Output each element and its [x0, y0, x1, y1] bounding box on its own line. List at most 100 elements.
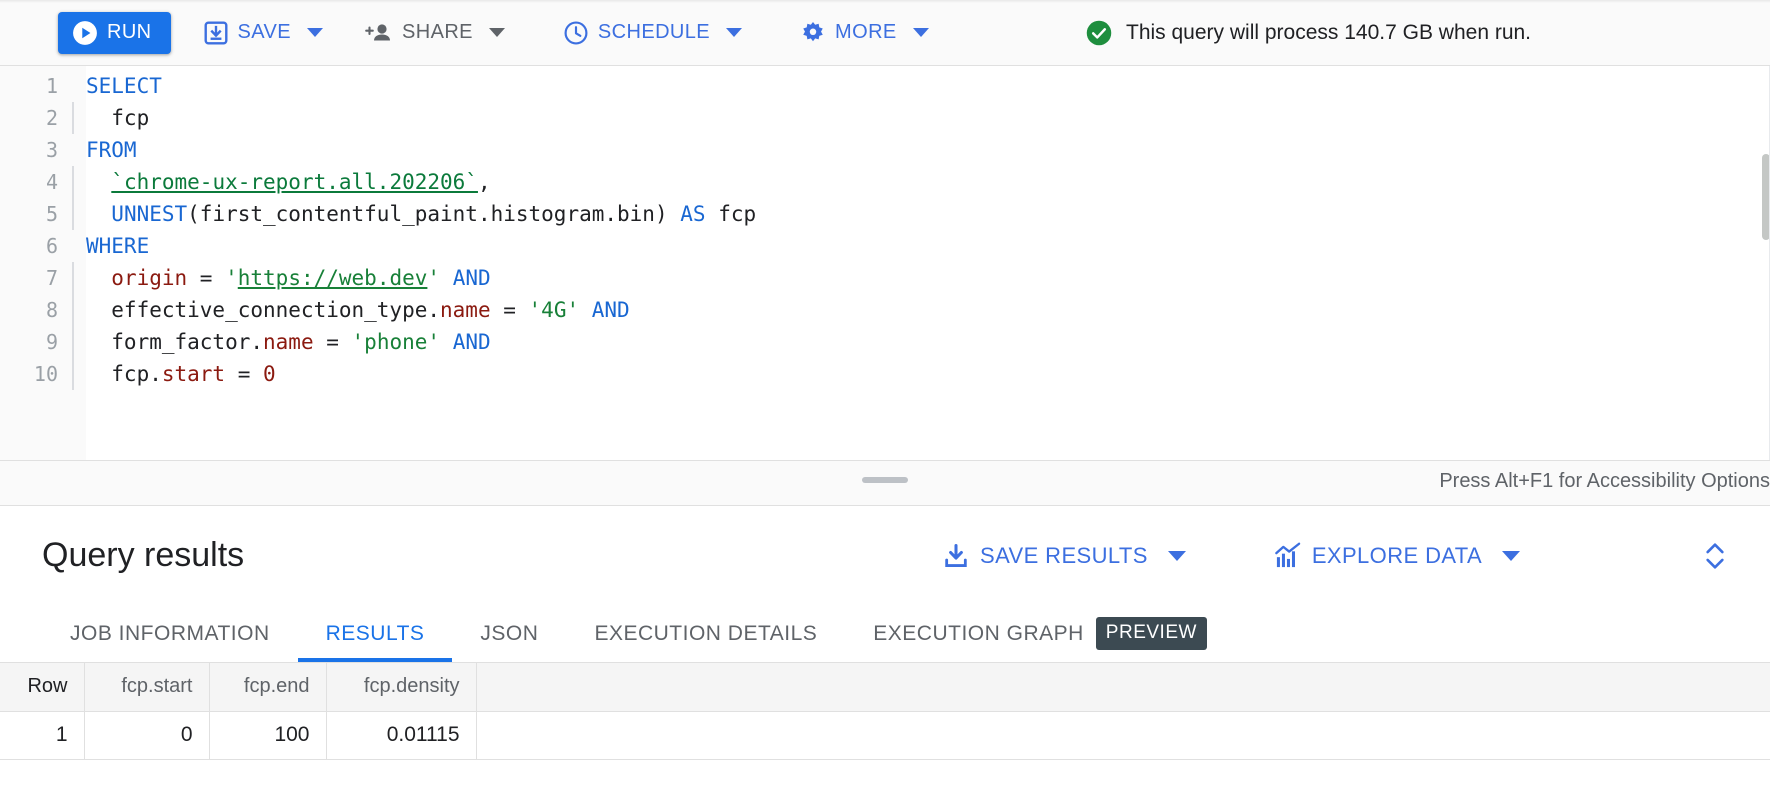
- code-token: FROM: [86, 138, 137, 162]
- tab-execution-graph[interactable]: EXECUTION GRAPH PREVIEW: [845, 605, 1235, 662]
- code-token: ,: [478, 170, 491, 194]
- code-line-text[interactable]: fcp: [72, 102, 149, 134]
- tab-execution-details[interactable]: EXECUTION DETAILS: [566, 605, 845, 662]
- code-token: (first_contentful_paint.histogram.bin): [187, 202, 680, 226]
- splitter-drag-handle[interactable]: [862, 477, 908, 483]
- line-number: 5: [0, 198, 72, 230]
- tab-json[interactable]: JSON: [452, 605, 566, 662]
- line-number: 8: [0, 294, 72, 326]
- code-token: https://web.dev: [238, 266, 428, 290]
- results-table[interactable]: Row fcp.start fcp.end fcp.density 1 0 10…: [0, 663, 1770, 760]
- sql-code-area[interactable]: 1SELECT2 fcp3FROM4 `chrome-ux-report.all…: [0, 70, 1770, 390]
- code-line[interactable]: 2 fcp: [0, 102, 1770, 134]
- code-line-text[interactable]: FROM: [72, 134, 137, 166]
- save-button[interactable]: SAVE: [193, 12, 333, 54]
- schedule-button[interactable]: SCHEDULE: [553, 12, 752, 54]
- clock-icon: [563, 20, 589, 46]
- code-line-text[interactable]: form_factor.name = 'phone' AND: [72, 326, 491, 358]
- person-add-icon: [365, 20, 393, 46]
- code-token: `chrome-ux-report.all.202206`: [111, 170, 478, 194]
- line-number: 10: [0, 358, 72, 390]
- tab-results[interactable]: RESULTS: [298, 605, 453, 662]
- cell-fcp-start: 0: [84, 711, 209, 759]
- chevron-down-icon: [307, 28, 323, 37]
- code-token: start: [162, 362, 225, 386]
- code-line-text[interactable]: SELECT: [72, 70, 162, 102]
- save-results-button[interactable]: SAVE RESULTS: [930, 534, 1198, 578]
- code-line[interactable]: 6 WHERE: [0, 230, 1770, 262]
- code-token: 'phone': [352, 330, 441, 354]
- table-row[interactable]: 1 0 100 0.01115: [0, 711, 1770, 759]
- chevron-down-icon: [489, 28, 505, 37]
- results-tab-bar[interactable]: JOB INFORMATION RESULTS JSON EXECUTION DETA…: [0, 605, 1770, 663]
- expand-collapse-results-button[interactable]: [1690, 506, 1740, 605]
- table-header-row: Row fcp.start fcp.end fcp.density: [0, 663, 1770, 711]
- cell-fcp-end: 100: [209, 711, 326, 759]
- code-token: WHERE: [86, 234, 149, 258]
- query-results-header: Query results SAVE RESULTS EXPLORE DATA: [0, 506, 1770, 605]
- column-header-density[interactable]: fcp.density: [326, 663, 476, 711]
- chevron-down-icon: [913, 28, 929, 37]
- code-line-text[interactable]: origin = 'https://web.dev' AND: [72, 262, 491, 294]
- column-header-start[interactable]: fcp.start: [84, 663, 209, 711]
- code-line-text[interactable]: fcp.start = 0: [72, 358, 276, 390]
- preview-badge: PREVIEW: [1096, 617, 1207, 650]
- tab-label: EXECUTION DETAILS: [594, 622, 817, 646]
- code-line[interactable]: 9 form_factor.name = 'phone' AND: [0, 326, 1770, 358]
- line-number: 6: [0, 230, 72, 262]
- more-button[interactable]: MORE: [790, 12, 939, 54]
- page-title: Query results: [42, 506, 244, 605]
- tab-label: RESULTS: [326, 622, 425, 646]
- unfold-more-icon: [1700, 539, 1730, 573]
- code-token: [86, 170, 111, 194]
- share-button-label: SHARE: [402, 21, 473, 44]
- code-token: AND: [453, 330, 491, 354]
- results-actions: SAVE RESULTS EXPLORE DATA: [930, 506, 1532, 605]
- code-token: =: [187, 266, 225, 290]
- sql-editor[interactable]: 1SELECT2 fcp3FROM4 `chrome-ux-report.all…: [0, 66, 1770, 460]
- code-token: AND: [453, 266, 491, 290]
- code-line-text[interactable]: UNNEST(first_contentful_paint.histogram.…: [72, 198, 756, 230]
- code-line[interactable]: 8 effective_connection_type.name = '4G' …: [0, 294, 1770, 326]
- line-number: 7: [0, 262, 72, 294]
- code-line[interactable]: 3 FROM: [0, 134, 1770, 166]
- column-header-end[interactable]: fcp.end: [209, 663, 326, 711]
- code-token: fcp: [706, 202, 757, 226]
- line-number: 1: [0, 70, 72, 102]
- code-token: [86, 266, 111, 290]
- code-token: '4G': [529, 298, 580, 322]
- run-button[interactable]: RUN: [58, 12, 171, 54]
- explore-data-button[interactable]: EXPLORE DATA: [1262, 534, 1532, 578]
- editor-results-splitter[interactable]: Press Alt+F1 for Accessibility Options: [0, 460, 1770, 506]
- code-token: fcp: [86, 106, 149, 130]
- share-button[interactable]: SHARE: [355, 12, 515, 54]
- code-line[interactable]: 1 SELECT: [0, 70, 1770, 102]
- code-line-text[interactable]: WHERE: [72, 230, 149, 262]
- tab-job-information[interactable]: JOB INFORMATION: [42, 605, 298, 662]
- code-token: ': [225, 266, 238, 290]
- code-line-text[interactable]: `chrome-ux-report.all.202206`,: [72, 166, 491, 198]
- code-line[interactable]: 7 origin = 'https://web.dev' AND: [0, 262, 1770, 294]
- code-token: [86, 202, 111, 226]
- column-header-row[interactable]: Row: [0, 663, 84, 711]
- line-number: 2: [0, 102, 72, 134]
- code-line-text[interactable]: effective_connection_type.name = '4G' AN…: [72, 294, 630, 326]
- query-cost-status: This query will process 140.7 GB when ru…: [1085, 0, 1531, 66]
- code-line[interactable]: 10 fcp.start = 0: [0, 358, 1770, 390]
- line-number: 3: [0, 134, 72, 166]
- accessibility-hint: Press Alt+F1 for Accessibility Options: [1439, 470, 1770, 493]
- cell-filler: [476, 711, 1770, 759]
- cell-row-number: 1: [0, 711, 84, 759]
- code-token: SELECT: [86, 74, 162, 98]
- code-token: name: [263, 330, 314, 354]
- code-line[interactable]: 4 `chrome-ux-report.all.202206`,: [0, 166, 1770, 198]
- code-token: =: [491, 298, 529, 322]
- tab-label: EXECUTION GRAPH: [873, 622, 1084, 646]
- play-circle-icon: [72, 20, 98, 46]
- chevron-down-icon: [726, 28, 742, 37]
- column-header-filler: [476, 663, 1770, 711]
- schedule-button-label: SCHEDULE: [598, 21, 710, 44]
- gear-icon: [800, 20, 826, 46]
- code-token: name: [440, 298, 491, 322]
- code-line[interactable]: 5 UNNEST(first_contentful_paint.histogra…: [0, 198, 1770, 230]
